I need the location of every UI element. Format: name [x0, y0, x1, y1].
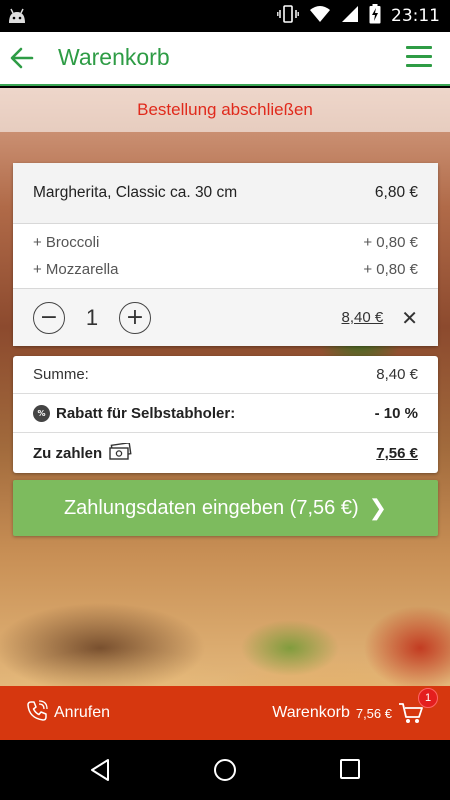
cart-item-card: Margherita, Classic ca. 30 cm 6,80 € + B…: [13, 163, 438, 346]
item-price: 6,80 €: [374, 184, 418, 201]
extra-price: + 0,80 €: [363, 260, 418, 278]
cart-icon: 1: [398, 688, 438, 726]
total-label-group: Zu zahlen: [33, 441, 132, 465]
quantity-row: − 1 + 8,40 € ✕: [13, 288, 438, 346]
nav-home-icon[interactable]: [213, 758, 237, 787]
hamburger-menu-icon[interactable]: [406, 46, 432, 68]
wifi-icon: [309, 5, 331, 28]
status-icons: 23:11: [277, 0, 440, 32]
signal-icon: [341, 5, 359, 28]
increase-quantity-button[interactable]: +: [119, 301, 151, 334]
enter-payment-button[interactable]: Zahlungsdaten eingeben (7,56 €) ❯: [13, 480, 438, 536]
percent-badge-icon: %: [33, 405, 50, 422]
subtotal-row: Summe: 8,40 €: [13, 356, 438, 394]
subtotal-label: Summe:: [33, 366, 89, 383]
phone-icon: [26, 699, 48, 727]
summary-card: Summe: 8,40 € % Rabatt für Selbstabholer…: [13, 356, 438, 473]
extra-price: + 0,80 €: [363, 233, 418, 251]
pay-button-label: Zahlungsdaten eingeben (7,56 €): [63, 496, 359, 519]
cart-button[interactable]: Warenkorb 7,56 € 1: [272, 686, 438, 740]
cart-count-badge: 1: [418, 688, 438, 708]
cart-price: 7,56 €: [355, 705, 392, 721]
total-value: 7,56 €: [376, 445, 418, 462]
app-bar: Warenkorb: [0, 32, 450, 86]
status-time: 23:11: [391, 6, 440, 26]
cart-label: Warenkorb: [272, 704, 350, 721]
discount-row: % Rabatt für Selbstabholer: - 10 %: [13, 395, 438, 433]
extra-row: + Mozzarella + 0,80 €: [13, 256, 438, 282]
subtotal-value: 8,40 €: [376, 366, 418, 383]
nav-recents-icon[interactable]: [339, 758, 361, 785]
bottom-action-bar: Anrufen Warenkorb 7,56 € 1: [0, 686, 450, 740]
chevron-right-icon: ❯: [368, 495, 388, 521]
total-row: Zu zahlen 7,56 €: [13, 434, 438, 473]
quantity-stepper: − 1 +: [33, 301, 151, 334]
discount-label-group: % Rabatt für Selbstabholer:: [33, 405, 235, 422]
total-label: Zu zahlen: [33, 445, 103, 462]
vibrate-icon: [277, 4, 299, 28]
line-total-group: 8,40 € ✕: [342, 306, 418, 330]
decrease-quantity-button[interactable]: −: [33, 301, 65, 334]
page-title: Warenkorb: [58, 44, 170, 70]
status-bar: 23:11: [0, 0, 450, 32]
line-total: 8,40 €: [341, 309, 384, 326]
extra-label: + Mozzarella: [33, 260, 119, 278]
extra-row: + Broccoli + 0,80 €: [13, 229, 438, 255]
checkout-banner: Bestellung abschließen: [0, 88, 450, 132]
quantity-value: 1: [85, 304, 99, 330]
item-header-row: Margherita, Classic ca. 30 cm 6,80 €: [13, 163, 438, 224]
back-arrow-icon[interactable]: [8, 44, 36, 72]
system-nav-bar: [0, 740, 450, 800]
android-icon: [6, 6, 28, 31]
discount-label: Rabatt für Selbstabholer:: [56, 405, 236, 422]
discount-value: - 10 %: [374, 405, 418, 422]
battery-charging-icon: [369, 3, 381, 29]
nav-back-icon[interactable]: [88, 758, 112, 787]
call-label: Anrufen: [54, 704, 111, 721]
remove-item-button[interactable]: ✕: [401, 306, 418, 330]
banner-text: Bestellung abschließen: [137, 100, 313, 119]
extra-label: + Broccoli: [33, 233, 100, 251]
item-name: Margherita, Classic ca. 30 cm: [33, 184, 238, 201]
money-icon: [108, 441, 132, 465]
call-button[interactable]: Anrufen: [26, 686, 110, 740]
